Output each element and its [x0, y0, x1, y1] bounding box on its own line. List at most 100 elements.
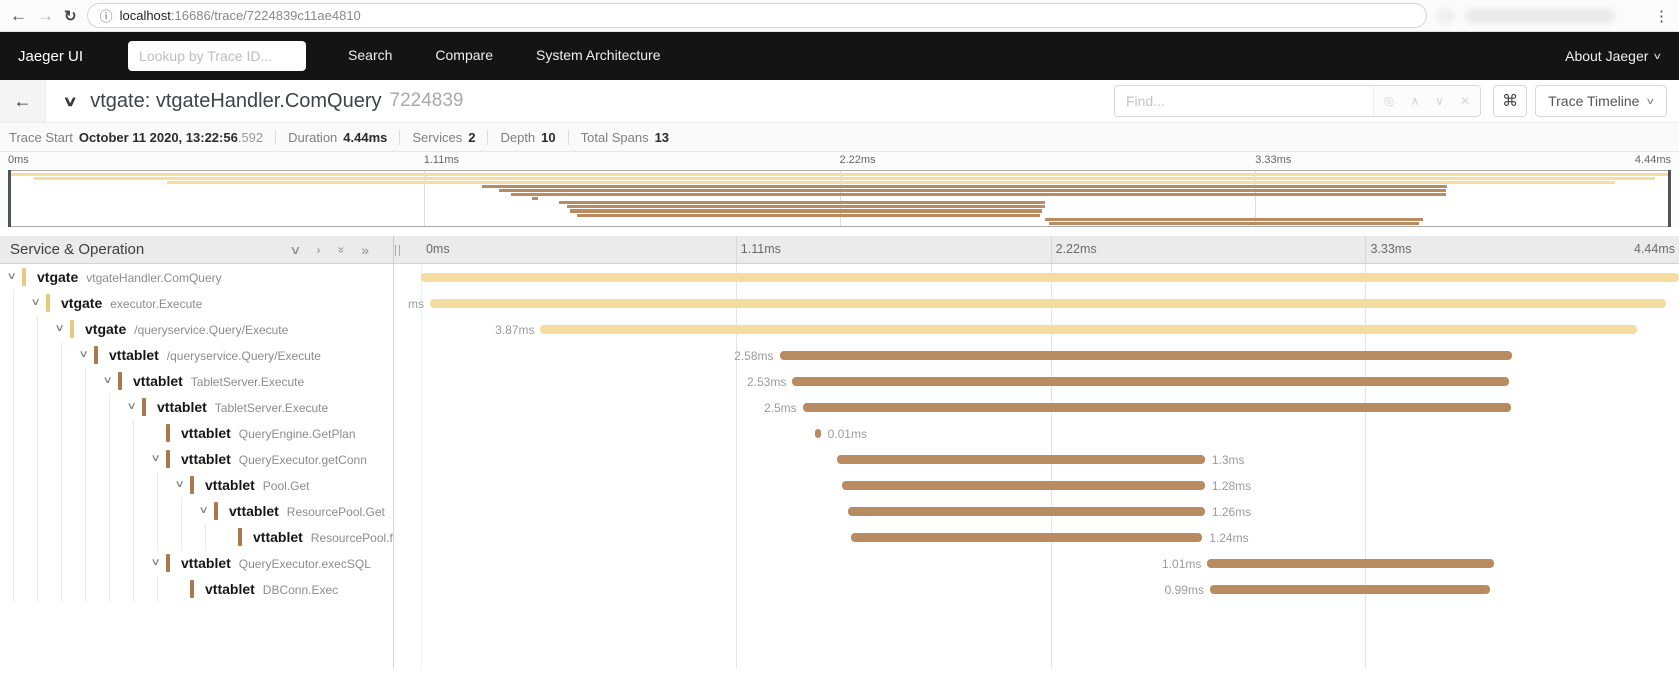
- chevron-down-icon[interactable]: ∨: [151, 453, 161, 464]
- trace-id-lookup-input[interactable]: [128, 41, 306, 71]
- next-result-chevron-down-icon[interactable]: ∨: [1435, 94, 1444, 108]
- span-tree-row[interactable]: ∨vttabletTabletServer.Execute: [0, 394, 393, 420]
- span-bar[interactable]: [1207, 559, 1494, 568]
- minimap-span-bar: [499, 189, 1446, 192]
- service-color-strip: [166, 424, 170, 442]
- span-bar[interactable]: [792, 377, 1509, 386]
- span-timeline-row[interactable]: 1.26ms: [394, 498, 1679, 524]
- span-tree-row[interactable]: vttabletDBConn.Exec: [0, 576, 393, 602]
- summary-value: 4.44ms: [343, 130, 387, 145]
- minimap-tick-label: 4.44ms: [1635, 154, 1671, 166]
- span-bar[interactable]: [421, 273, 1679, 282]
- span-bar[interactable]: [540, 325, 1636, 334]
- chevron-down-icon[interactable]: ∨: [7, 271, 17, 282]
- span-tree-row[interactable]: ∨ vtgatevtgateHandler.ComQuery: [0, 264, 393, 290]
- chevron-down-icon[interactable]: ∨: [79, 349, 89, 360]
- span-bar[interactable]: [1210, 585, 1490, 594]
- page-info-icon[interactable]: ⓘ: [100, 6, 113, 25]
- span-tree-row[interactable]: ∨vtgate/queryservice.Query/Execute: [0, 316, 393, 342]
- tree-indent-guide: [181, 498, 182, 524]
- service-operation-header: Service & Operation ∨ › » »: [0, 236, 394, 264]
- span-bar[interactable]: [851, 533, 1202, 542]
- span-duration-label: 0.99ms: [1165, 583, 1204, 597]
- minimap-canvas[interactable]: [8, 170, 1671, 227]
- trace-view-selector[interactable]: Trace Timeline ∨: [1535, 85, 1667, 117]
- span-tree-row[interactable]: ∨vttabletQueryExecutor.execSQL: [0, 550, 393, 576]
- span-bar[interactable]: [815, 429, 820, 438]
- find-input[interactable]: [1115, 86, 1373, 116]
- trace-detail-chevron-down-icon[interactable]: ∨: [62, 93, 77, 110]
- span-tree-row[interactable]: vttabletQueryEngine.GetPlan: [0, 420, 393, 446]
- operation-name: QueryEngine.GetPlan: [239, 427, 356, 441]
- expand-one-double-chevron-right-icon[interactable]: »: [361, 243, 369, 257]
- expand-all-double-chevron-icon[interactable]: »: [335, 246, 347, 253]
- nav-link-system-architecture[interactable]: System Architecture: [536, 47, 661, 63]
- nav-link-search[interactable]: Search: [348, 47, 392, 63]
- clear-find-icon[interactable]: ✕: [1460, 94, 1470, 108]
- browser-back-icon[interactable]: ←: [10, 7, 27, 24]
- span-timeline-row[interactable]: 0.99ms: [394, 576, 1679, 602]
- span-timeline-row[interactable]: 1.28ms: [394, 472, 1679, 498]
- span-tree-row[interactable]: ∨vttabletQueryExecutor.getConn: [0, 446, 393, 472]
- span-timeline-row[interactable]: 0.01ms: [394, 420, 1679, 446]
- span-bar[interactable]: [803, 403, 1511, 412]
- span-timeline-row[interactable]: 1.01ms: [394, 550, 1679, 576]
- span-tree-row[interactable]: ∨vttabletResourcePool.Get: [0, 498, 393, 524]
- span-timeline-row[interactable]: 2.5ms: [394, 394, 1679, 420]
- minimap-right-scrubber-handle[interactable]: [1668, 170, 1671, 227]
- tree-indent-guide: [109, 524, 110, 550]
- chevron-down-icon[interactable]: ∨: [55, 323, 65, 334]
- prev-result-chevron-up-icon[interactable]: ∧: [1410, 94, 1419, 108]
- chevron-down-icon[interactable]: ∨: [199, 505, 209, 516]
- collapse-one-chevron-right-icon[interactable]: ›: [317, 244, 321, 256]
- span-bar[interactable]: [780, 351, 1512, 360]
- about-jaeger-menu[interactable]: About Jaeger ∨: [1565, 48, 1661, 64]
- service-color-strip: [166, 554, 170, 572]
- minimap-tick-label: 3.33ms: [1255, 154, 1291, 166]
- service-name: vtgatevtgateHandler.ComQuery: [37, 269, 222, 285]
- span-tree-row[interactable]: ∨vttablet/queryservice.Query/Execute: [0, 342, 393, 368]
- span-tree-row[interactable]: vttabletResourcePool.factory: [0, 524, 393, 550]
- chevron-down-icon[interactable]: ∨: [103, 375, 113, 386]
- span-bar[interactable]: [842, 481, 1204, 490]
- tree-indent-guide: [61, 342, 62, 368]
- span-timeline-row[interactable]: 1.3ms: [394, 446, 1679, 472]
- focus-target-icon[interactable]: ◎: [1384, 94, 1394, 108]
- operation-name: ResourcePool.Get: [287, 505, 385, 519]
- tree-indent-guide: [85, 394, 86, 420]
- browser-forward-icon[interactable]: →: [37, 7, 54, 24]
- chevron-down-icon[interactable]: ∨: [31, 297, 41, 308]
- span-timeline-row[interactable]: 1.24ms: [394, 524, 1679, 550]
- span-timeline-row[interactable]: ms: [394, 290, 1679, 316]
- service-color-strip: [142, 398, 146, 416]
- chevron-down-icon: ∨: [1653, 51, 1663, 62]
- chevron-down-icon[interactable]: ∨: [175, 479, 185, 490]
- tree-indent-guide: [37, 576, 38, 602]
- span-timeline-row[interactable]: 2.58ms: [394, 342, 1679, 368]
- operation-name: Pool.Get: [263, 479, 310, 493]
- chevron-down-icon[interactable]: ∨: [151, 557, 161, 568]
- address-bar[interactable]: ⓘ localhost:16686/trace/7224839c11ae4810: [87, 3, 1427, 28]
- panel-resize-handle[interactable]: [395, 245, 400, 256]
- span-bar[interactable]: [837, 455, 1205, 464]
- navbar-links: Search Compare System Architecture: [348, 47, 703, 65]
- span-tree-row[interactable]: ∨vttabletPool.Get: [0, 472, 393, 498]
- minimap-left-scrubber-handle[interactable]: [8, 170, 11, 227]
- span-duration-label: 2.53ms: [747, 375, 786, 389]
- span-timeline-row[interactable]: 3.87ms: [394, 316, 1679, 342]
- chevron-down-icon[interactable]: ∨: [127, 401, 137, 412]
- nav-link-compare[interactable]: Compare: [435, 47, 493, 63]
- browser-reload-icon[interactable]: ↻: [64, 7, 77, 25]
- span-tree-row[interactable]: ∨vtgateexecutor.Execute: [0, 290, 393, 316]
- back-button[interactable]: ←: [0, 80, 46, 122]
- jaeger-ui-brand[interactable]: Jaeger UI: [18, 48, 83, 65]
- span-bar[interactable]: [430, 299, 1666, 308]
- keyboard-shortcuts-button[interactable]: ⌘: [1493, 85, 1527, 117]
- collapse-all-chevron-down-icon[interactable]: ∨: [289, 244, 301, 256]
- span-timeline-row[interactable]: 2.53ms: [394, 368, 1679, 394]
- span-tree-row[interactable]: ∨vttabletTabletServer.Execute: [0, 368, 393, 394]
- browser-menu-icon[interactable]: ⋮: [1654, 7, 1669, 25]
- span-timeline-row[interactable]: [394, 264, 1679, 290]
- jaeger-navbar: Jaeger UI Search Compare System Architectu…: [0, 32, 1679, 80]
- span-bar[interactable]: [848, 507, 1205, 516]
